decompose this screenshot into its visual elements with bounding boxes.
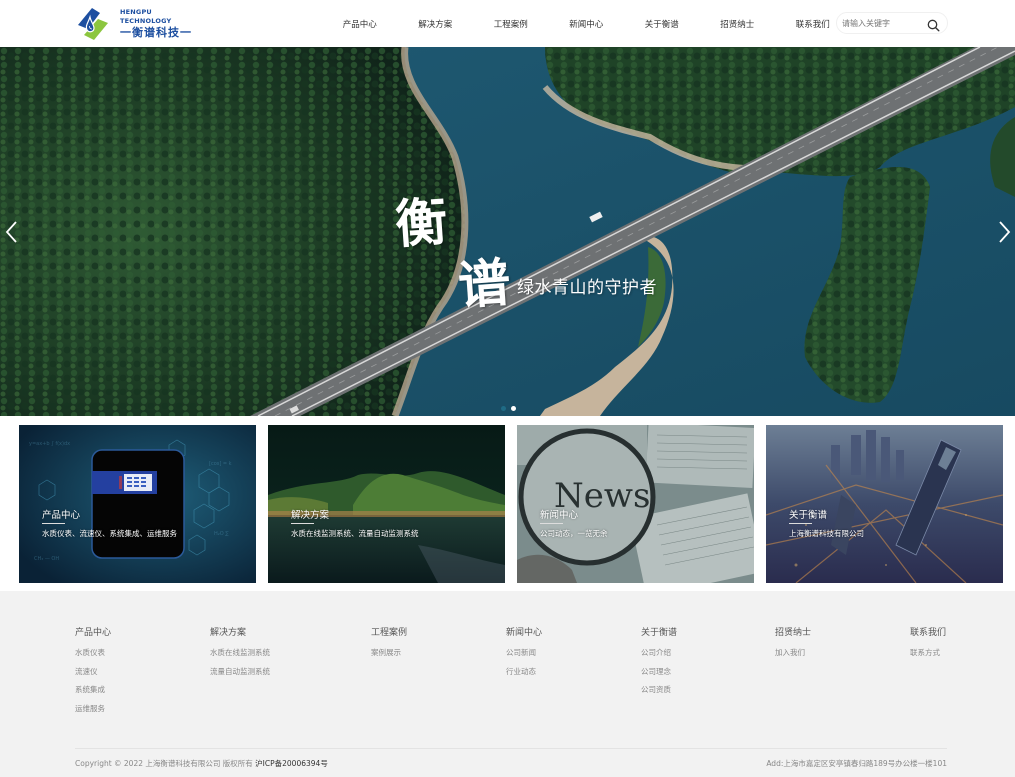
feature-cards: y=ax+b ∫ f(x)dx [cos] = k H₂O ∑ CH₃ — OH…: [19, 425, 1003, 583]
footer-column-contact: 联系我们 联系方式: [910, 625, 946, 667]
card-about-title: 关于衡谱: [789, 510, 828, 521]
hero-title-char-2: 谱: [456, 252, 513, 317]
hero-title-char-1: 衡: [393, 191, 450, 256]
footer-column-products: 产品中心 水质仪表 流速仪 系统集成 运维服务: [75, 625, 111, 722]
hero-banner: 衡 谱 绿水青山的守护者: [0, 47, 1015, 416]
footer-link[interactable]: 公司理念: [641, 667, 677, 686]
card-divider: [789, 523, 812, 524]
card-solutions-title: 解决方案: [291, 510, 330, 521]
svg-text:H₂O ∑: H₂O ∑: [214, 531, 229, 537]
logo-mark-icon: [74, 5, 112, 42]
logo-chinese-text: 一衡谱科技一: [120, 25, 192, 39]
logo-english-text: HENGPU TECHNOLOGY: [120, 7, 172, 25]
nav-item-cases[interactable]: 工程案例: [473, 18, 549, 30]
card-divider: [291, 523, 314, 524]
footer-link[interactable]: 案例展示: [371, 648, 407, 667]
nav-item-products[interactable]: 产品中心: [322, 18, 398, 30]
nav-item-careers[interactable]: 招贤纳士: [700, 18, 776, 30]
card-products-image: y=ax+b ∫ f(x)dx [cos] = k H₂O ∑ CH₃ — OH: [19, 425, 256, 583]
nav-item-solutions[interactable]: 解决方案: [398, 18, 474, 30]
copyright: Copyright © 2022 上海衡谱科技有限公司 版权所有 沪ICP备20…: [75, 758, 328, 769]
card-news-image: News: [517, 425, 754, 583]
card-products[interactable]: y=ax+b ∫ f(x)dx [cos] = k H₂O ∑ CH₃ — OH…: [19, 425, 256, 583]
footer-link[interactable]: 水质仪表: [75, 648, 111, 667]
card-products-desc: 水质仪表、流速仪、系统集成、运维服务: [42, 529, 177, 538]
slider-dot-2[interactable]: [511, 406, 516, 411]
footer-link[interactable]: 公司资质: [641, 685, 677, 704]
footer-column-title[interactable]: 新闻中心: [506, 625, 542, 638]
card-news-title: 新闻中心: [540, 510, 579, 521]
slider-dot-1[interactable]: [501, 406, 506, 411]
footer-link[interactable]: 运维服务: [75, 704, 111, 723]
card-about-image: [766, 425, 1003, 583]
hero-background-image: [0, 47, 1015, 416]
footer-column-solutions: 解决方案 水质在线监测系统 流量自动监测系统: [210, 625, 270, 685]
svg-text:CH₃ — OH: CH₃ — OH: [34, 556, 59, 562]
card-news-desc: 公司动态，一览无余: [540, 529, 608, 538]
search-icon[interactable]: [927, 17, 940, 32]
card-about-desc: 上海衡谱科技有限公司: [789, 529, 864, 538]
hero-slogan: 绿水青山的守护者: [517, 278, 657, 298]
site-header: HENGPU TECHNOLOGY 一衡谱科技一 产品中心 解决方案 工程案例 …: [0, 0, 1015, 47]
footer-column-about: 关于衡谱 公司介绍 公司理念 公司资质: [641, 625, 677, 704]
footer-link[interactable]: 公司介绍: [641, 648, 677, 667]
footer-column-careers: 招贤纳士 加入我们: [775, 625, 811, 667]
svg-text:y=ax+b ∫ f(x)dx: y=ax+b ∫ f(x)dx: [29, 441, 70, 447]
search-box: [836, 12, 948, 34]
card-solutions[interactable]: 解决方案 水质在线监测系统、流量自动监测系统: [268, 425, 505, 583]
footer-column-title[interactable]: 解决方案: [210, 625, 270, 638]
icp-link[interactable]: 沪ICP备20006394号: [255, 759, 328, 768]
footer-link[interactable]: 水质在线监测系统: [210, 648, 270, 667]
card-solutions-image: [268, 425, 505, 583]
card-solutions-desc: 水质在线监测系统、流量自动监测系统: [291, 529, 419, 538]
nav-item-about[interactable]: 关于衡谱: [624, 18, 700, 30]
address: Add:上海市嘉定区安亭镇春归路189号办公楼一楼101: [766, 759, 947, 768]
logo[interactable]: HENGPU TECHNOLOGY 一衡谱科技一: [74, 5, 199, 42]
footer-column-title[interactable]: 关于衡谱: [641, 625, 677, 638]
footer-column-news: 新闻中心 公司新闻 行业动态: [506, 625, 542, 685]
card-about[interactable]: 关于衡谱 上海衡谱科技有限公司: [766, 425, 1003, 583]
footer-column-title[interactable]: 联系我们: [910, 625, 946, 638]
footer-link[interactable]: 系统集成: [75, 685, 111, 704]
nav-item-news[interactable]: 新闻中心: [549, 18, 625, 30]
footer-link[interactable]: 公司新闻: [506, 648, 542, 667]
chevron-right-icon[interactable]: [995, 217, 1015, 247]
footer-link[interactable]: 联系方式: [910, 648, 946, 667]
search-input[interactable]: [842, 16, 927, 31]
card-news[interactable]: News 新闻中心 公司动态，一览无余: [517, 425, 754, 583]
footer-column-title[interactable]: 招贤纳士: [775, 625, 811, 638]
footer-link[interactable]: 行业动态: [506, 667, 542, 686]
copyright-text: Copyright © 2022 上海衡谱科技有限公司 版权所有: [75, 759, 253, 768]
footer-link[interactable]: 流量自动监测系统: [210, 667, 270, 686]
chevron-left-icon[interactable]: [2, 217, 22, 247]
main-nav: 产品中心 解决方案 工程案例 新闻中心 关于衡谱 招贤纳士 联系我们: [322, 0, 851, 47]
footer-column-title[interactable]: 产品中心: [75, 625, 111, 638]
card-divider: [540, 523, 563, 524]
site-footer: 产品中心 水质仪表 流速仪 系统集成 运维服务 解决方案 水质在线监测系统 流量…: [0, 591, 1015, 777]
footer-divider: [75, 748, 947, 749]
footer-link[interactable]: 加入我们: [775, 648, 811, 667]
card-divider: [42, 523, 65, 524]
svg-text:[cos] = k: [cos] = k: [209, 461, 232, 467]
footer-link[interactable]: 流速仪: [75, 667, 111, 686]
footer-column-title[interactable]: 工程案例: [371, 625, 407, 638]
footer-column-cases: 工程案例 案例展示: [371, 625, 407, 667]
slider-pagination: [501, 406, 516, 411]
card-products-title: 产品中心: [42, 510, 81, 521]
